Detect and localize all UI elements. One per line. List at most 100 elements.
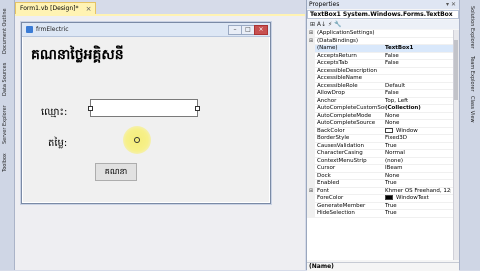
property-value[interactable]: (Collection) <box>385 105 451 113</box>
object-selector-dropdown[interactable]: TextBox1 System.Windows.Forms.TextBox <box>307 10 459 19</box>
property-gutter <box>307 60 315 67</box>
form-client-area: គណនាថ្លៃអគ្គិសនី ឈ្មោះ: តម្លៃ: គណនា <box>23 37 269 202</box>
tab-data-sources[interactable]: Data Sources <box>2 58 12 96</box>
expand-icon[interactable]: ⊞ <box>307 187 315 194</box>
property-row[interactable]: CharacterCasing Normal <box>307 150 453 158</box>
property-row[interactable]: BorderStyle Fixed3D <box>307 135 453 143</box>
property-gutter <box>307 142 315 149</box>
property-row[interactable]: CausesValidation True <box>307 142 453 151</box>
property-name: AutoCompleteMode <box>317 112 372 119</box>
tab-toolbox[interactable]: Toolbox <box>2 146 12 172</box>
property-row[interactable]: Dock None <box>307 172 453 181</box>
property-name: AccessibleName <box>317 75 362 81</box>
price-textbox[interactable] <box>135 129 217 147</box>
property-value-text: Normal <box>385 150 405 156</box>
properties-toolbar[interactable]: ⊞ A↓ ⚡ 🔧 <box>307 20 459 29</box>
property-row[interactable]: ⊞ (DataBindings) <box>307 37 453 45</box>
price-label: តម្លៃ: <box>48 138 68 149</box>
property-row[interactable]: Anchor Top, Left <box>307 97 453 106</box>
property-value[interactable]: None <box>385 173 451 181</box>
property-value[interactable]: False <box>385 53 451 61</box>
properties-toolbar-icons[interactable]: ⊞ A↓ ⚡ 🔧 <box>307 21 342 28</box>
property-grid: ⊞ (ApplicationSettings) ⊞ (DataBindings) (Na… <box>307 30 453 260</box>
property-row[interactable]: AutoCompleteMode None <box>307 112 453 121</box>
property-value-text: (none) <box>385 157 404 164</box>
property-value[interactable]: Default <box>385 83 451 91</box>
property-value[interactable]: Top, Left <box>385 98 451 106</box>
properties-pin-close-icon[interactable]: ▾ ✕ <box>446 0 456 9</box>
form-title-bar[interactable]: frmElectric – □ × <box>22 23 270 37</box>
name-label: ឈ្មោះ: <box>41 107 68 118</box>
property-row[interactable]: Enabled True <box>307 180 453 188</box>
property-name: AutoCompleteSource <box>317 120 376 126</box>
property-row[interactable]: AccessibleName <box>307 75 453 83</box>
property-row[interactable]: ContextMenuStrip (none) <box>307 157 453 166</box>
expand-icon[interactable]: ⊞ <box>307 30 315 37</box>
property-value[interactable]: Normal <box>385 150 451 158</box>
property-value[interactable]: Window <box>385 127 451 136</box>
form-window[interactable]: frmElectric – □ × គណនាថ្លៃអគ្គិសនី ឈ្មោះ… <box>21 22 271 204</box>
property-row[interactable]: AccessibleDescription <box>307 67 453 75</box>
property-value-text: False <box>385 60 399 66</box>
property-gutter <box>307 52 315 59</box>
tab-server-explorer[interactable]: Server Explorer <box>2 98 12 144</box>
property-value[interactable]: Fixed3D <box>385 135 451 143</box>
property-gutter <box>307 127 315 134</box>
property-value[interactable]: True <box>385 180 451 188</box>
property-row[interactable]: HideSelection True <box>307 210 453 218</box>
property-value[interactable]: True <box>385 210 451 218</box>
property-row[interactable]: (Name) TextBox1 <box>307 45 453 53</box>
property-name: AutoCompleteCustomSour <box>317 105 385 111</box>
property-value[interactable]: IBeam <box>385 165 451 173</box>
property-value[interactable]: (none) <box>385 158 451 166</box>
property-value[interactable]: False <box>385 90 451 98</box>
property-gutter <box>307 180 315 187</box>
property-row[interactable]: AutoCompleteSource None <box>307 120 453 128</box>
property-value[interactable]: None <box>385 120 451 128</box>
property-value-text: True <box>385 180 397 186</box>
property-row[interactable]: AcceptsTab False <box>307 60 453 68</box>
property-row[interactable]: Cursor IBeam <box>307 165 453 173</box>
property-value[interactable]: Khmer OS Freehand, 12pt <box>385 188 451 196</box>
property-gutter <box>307 75 315 82</box>
property-value-text: True <box>385 210 397 216</box>
tab-document-outline[interactable]: Document Outline <box>2 4 12 54</box>
maximize-button[interactable]: □ <box>241 25 255 35</box>
property-value[interactable]: True <box>385 203 451 211</box>
resize-handle-left[interactable] <box>88 106 93 111</box>
property-value-text: False <box>385 52 399 59</box>
scrollbar-thumb[interactable] <box>454 40 458 100</box>
minimize-button[interactable]: – <box>228 25 242 35</box>
tab-solution-explorer[interactable]: Solution Explorer <box>465 6 475 52</box>
property-gutter <box>307 157 315 164</box>
property-value-text: Window <box>396 127 418 134</box>
property-description-title: (Name) <box>309 263 334 270</box>
expand-icon[interactable]: ⊞ <box>307 37 315 44</box>
property-name: CharacterCasing <box>317 150 363 156</box>
property-value[interactable]: True <box>385 143 451 151</box>
property-row[interactable]: ⊞ (ApplicationSettings) <box>307 30 453 38</box>
property-row[interactable]: ForeColor WindowText <box>307 195 453 203</box>
document-tab[interactable]: Form1.vb [Design]* × <box>15 2 96 14</box>
property-value[interactable]: False <box>385 60 451 68</box>
property-row[interactable]: AllowDrop False <box>307 90 453 98</box>
property-row[interactable]: GenerateMember True <box>307 202 453 211</box>
property-value-text: False <box>385 90 399 96</box>
property-row[interactable]: ⊞ Font Khmer OS Freehand, 12pt <box>307 187 453 196</box>
property-value-text: (Collection) <box>385 105 421 111</box>
property-value[interactable]: None <box>385 113 451 121</box>
name-textbox[interactable] <box>88 99 200 117</box>
calculate-button[interactable]: គណនា <box>95 163 137 181</box>
property-row[interactable]: AccessibleRole Default <box>307 82 453 91</box>
tab-team-explorer[interactable]: Team Explorer <box>465 56 475 92</box>
property-row[interactable]: AcceptsReturn False <box>307 52 453 61</box>
property-row[interactable]: BackColor Window <box>307 127 453 136</box>
property-value[interactable]: TextBox1 <box>385 45 451 53</box>
resize-handle-right[interactable] <box>195 106 200 111</box>
close-button[interactable]: × <box>254 25 268 35</box>
property-row[interactable]: AutoCompleteCustomSour (Collection) <box>307 105 453 113</box>
object-selector-value: TextBox1 System.Windows.Forms.TextBox <box>310 11 453 18</box>
property-value[interactable]: WindowText <box>385 195 451 203</box>
form-icon <box>26 26 33 33</box>
tab-class-view[interactable]: Class View <box>465 96 475 123</box>
